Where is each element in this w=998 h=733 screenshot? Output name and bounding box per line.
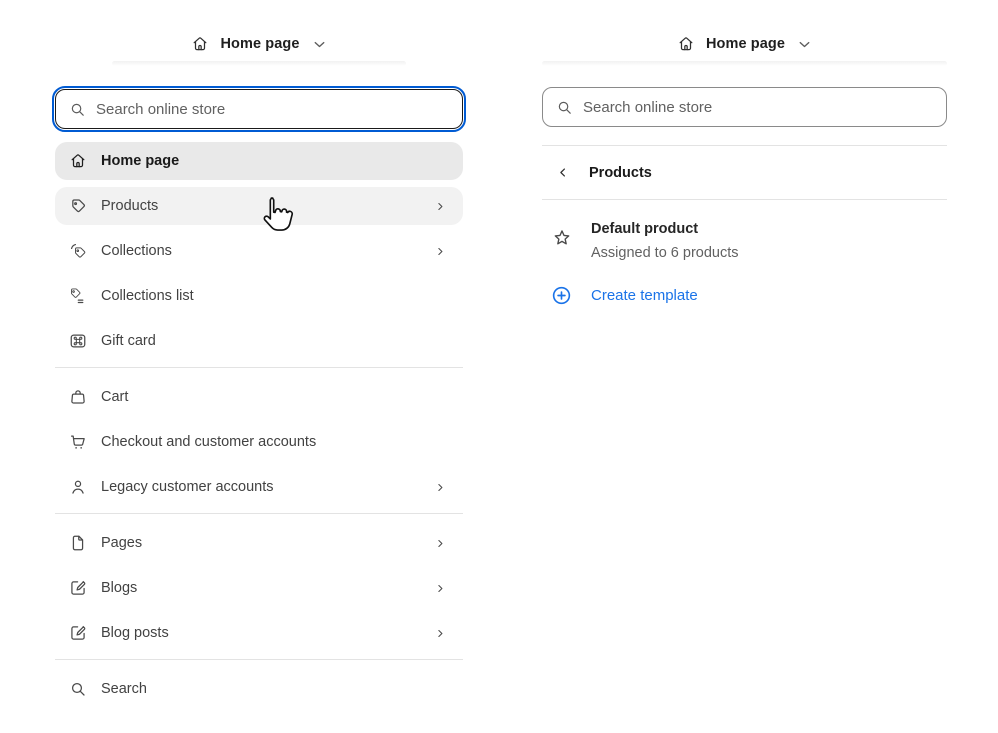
star-icon — [551, 227, 573, 249]
menu-item-label: Cart — [101, 389, 449, 405]
chevron-right-icon — [434, 481, 447, 494]
search-icon — [555, 98, 574, 117]
menu-item-home-page[interactable]: Home page — [55, 142, 463, 180]
menu-item-label: Search — [101, 681, 449, 697]
person-icon — [68, 477, 88, 497]
menu-item-label: Blogs — [101, 580, 421, 596]
page-selector-dropdown[interactable]: Home page — [542, 27, 947, 61]
menu-item-label: Products — [101, 198, 421, 214]
menu-item-cart[interactable]: Cart — [55, 378, 463, 416]
create-template-button[interactable]: Create template — [542, 284, 698, 307]
menu-item-label: Pages — [101, 535, 421, 551]
menu-item-collections[interactable]: Collections — [55, 232, 463, 270]
navigation-menu: Home page Products Collections Collections … — [55, 142, 463, 708]
template-subtitle: Assigned to 6 products — [591, 241, 739, 265]
cart-icon — [68, 432, 88, 452]
menu-item-products[interactable]: Products — [55, 187, 463, 225]
divider — [55, 367, 463, 368]
menu-item-legacy-customer-accounts[interactable]: Legacy customer accounts — [55, 468, 463, 506]
divider — [542, 199, 947, 200]
menu-item-checkout-and-customer-accounts[interactable]: Checkout and customer accounts — [55, 423, 463, 461]
chevron-right-icon — [434, 200, 447, 213]
search-icon — [68, 100, 87, 119]
menu-item-collections-list[interactable]: Collections list — [55, 277, 463, 315]
divider — [55, 513, 463, 514]
menu-item-label: Checkout and customer accounts — [101, 434, 449, 450]
menu-item-pages[interactable]: Pages — [55, 524, 463, 562]
chevron-left-icon — [555, 165, 570, 180]
menu-item-label: Gift card — [101, 333, 449, 349]
divider — [55, 659, 463, 660]
menu-item-blogs[interactable]: Blogs — [55, 569, 463, 607]
page-icon — [68, 533, 88, 553]
template-item-text: Default product Assigned to 6 products — [591, 217, 739, 265]
menu-item-label: Blog posts — [101, 625, 421, 641]
bag-icon — [68, 387, 88, 407]
page-selector-label: Home page — [220, 36, 299, 52]
menu-item-label: Collections list — [101, 288, 449, 304]
home-icon — [190, 34, 210, 54]
page-selector-dropdown[interactable]: Home page — [55, 27, 463, 61]
menu-item-blog-posts[interactable]: Blog posts — [55, 614, 463, 652]
chevron-right-icon — [434, 627, 447, 640]
template-item-default-product[interactable]: Default product Assigned to 6 products — [542, 217, 947, 265]
menu-item-search[interactable]: Search — [55, 670, 463, 708]
chevron-down-icon — [796, 36, 813, 53]
compose-icon — [68, 578, 88, 598]
search-online-store-field[interactable] — [55, 89, 463, 129]
right-navigation-panel: Home page Products Default product Assig… — [498, 0, 998, 733]
chevron-down-icon — [311, 36, 328, 53]
search-icon — [68, 679, 88, 699]
create-template-label: Create template — [591, 287, 698, 304]
template-title: Default product — [591, 217, 739, 241]
left-navigation-panel: Home page Home page Products Collections Co… — [0, 0, 498, 733]
collections-icon — [68, 241, 88, 261]
search-online-store-field[interactable] — [542, 87, 947, 127]
menu-item-gift-card[interactable]: Gift card — [55, 322, 463, 360]
theme-editor-sidebars: Home page Home page Products Collections Co… — [0, 0, 998, 733]
home-icon — [676, 34, 696, 54]
header-shadow — [112, 61, 406, 66]
breadcrumb-back-products[interactable]: Products — [542, 146, 947, 199]
chevron-right-icon — [434, 537, 447, 550]
compose-icon — [68, 623, 88, 643]
menu-item-label: Collections — [101, 243, 421, 259]
breadcrumb-title: Products — [589, 165, 652, 181]
search-input[interactable] — [583, 88, 934, 126]
menu-item-label: Home page — [101, 153, 449, 169]
page-selector-label: Home page — [706, 36, 785, 52]
chevron-right-icon — [434, 245, 447, 258]
collections-list-icon — [68, 286, 88, 306]
chevron-right-icon — [434, 582, 447, 595]
search-input[interactable] — [96, 90, 450, 128]
plus-circle-icon — [550, 284, 573, 307]
header-shadow — [542, 61, 947, 66]
gift-card-icon — [68, 331, 88, 351]
tag-icon — [68, 196, 88, 216]
menu-item-label: Legacy customer accounts — [101, 479, 421, 495]
home-icon — [68, 151, 88, 171]
